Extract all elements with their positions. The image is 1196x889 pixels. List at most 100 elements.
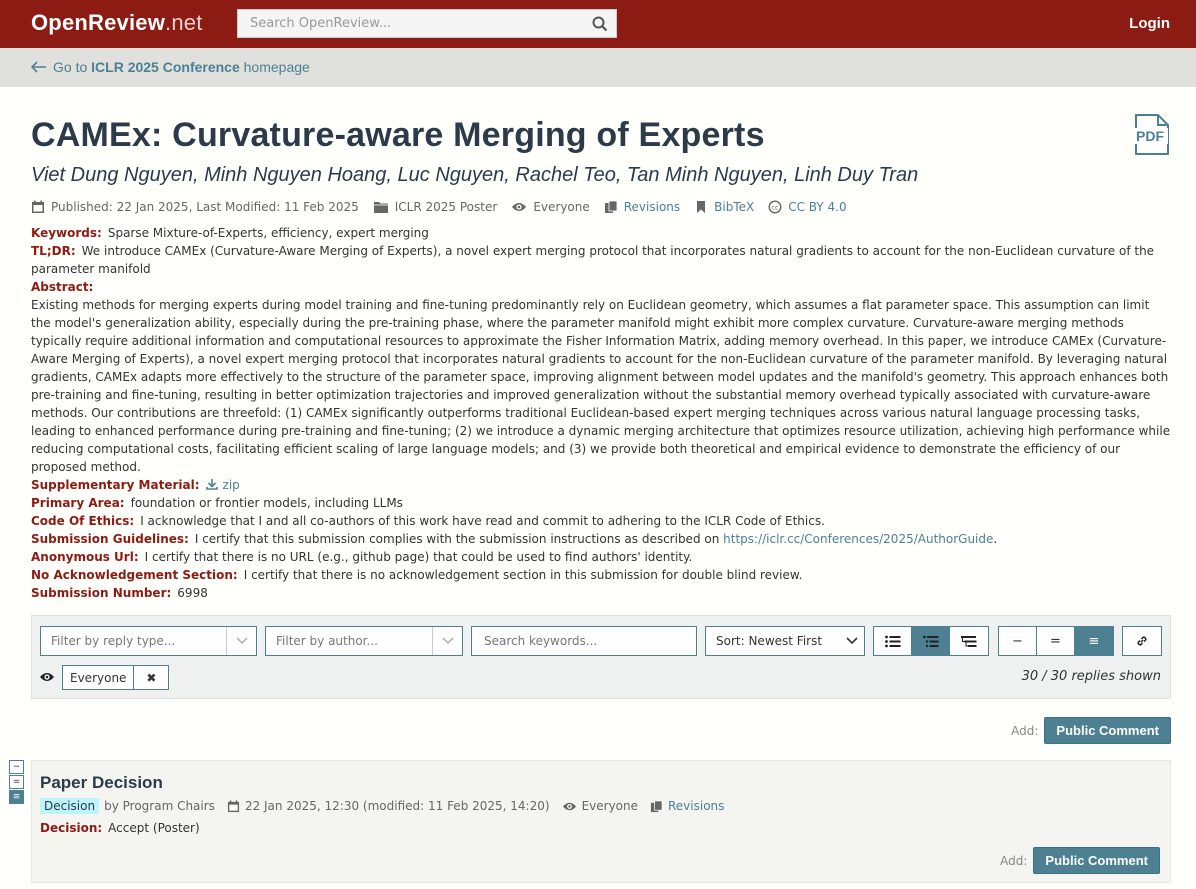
collapse-button[interactable]: − (999, 627, 1037, 655)
add-comment-row: Add: Public Comment (1011, 717, 1171, 744)
meta-dates-text: Published: 22 Jan 2025, Last Modified: 1… (51, 200, 359, 214)
note-add-label: Add: (1000, 853, 1028, 868)
pdf-icon[interactable]: PDF (1132, 114, 1170, 156)
arrow-left-icon (30, 61, 46, 73)
meta-readers-text: Everyone (533, 200, 590, 214)
reply-type-placeholder: Filter by reply type... (51, 634, 176, 648)
search-input[interactable] (238, 10, 578, 37)
site-logo[interactable]: OpenReview.net (31, 10, 203, 36)
supplementary-field: Supplementary Material: zip (31, 476, 1171, 494)
revisions-icon (604, 200, 618, 213)
revisions-link[interactable]: Revisions (604, 200, 680, 214)
partial-expand-button[interactable]: = (1037, 627, 1075, 655)
threaded-list-icon (922, 635, 938, 647)
nested-list-icon (961, 635, 977, 647)
cc-license-icon: cc (768, 200, 782, 214)
tldr-field: TL;DR: We introduce CAMEx (Curvature-Awar… (31, 242, 1171, 278)
chevron-down-icon[interactable] (432, 627, 462, 655)
author-guide-link[interactable]: https://iclr.cc/Conferences/2025/AuthorG… (723, 532, 993, 546)
note-readers-text: Everyone (581, 799, 638, 813)
link-icon (1137, 636, 1147, 646)
supplementary-link: zip (222, 478, 240, 492)
tldr-label: TL;DR: (31, 244, 76, 258)
eye-icon (562, 802, 576, 810)
note-expand-button[interactable]: ≡ (9, 790, 24, 804)
meta-venue: ICLR 2025 Poster (373, 200, 498, 214)
search-icon[interactable] (592, 16, 608, 32)
code-of-ethics-field: Code Of Ethics: I acknowledge that I and … (31, 512, 1171, 530)
expand-all-button[interactable]: ≡ (1075, 627, 1113, 655)
note-readers: Everyone (562, 799, 638, 813)
chevron-down-icon[interactable] (226, 627, 256, 655)
submission-number-label: Submission Number: (31, 586, 172, 600)
bookmark-icon (697, 201, 706, 213)
public-comment-button[interactable]: Public Comment (1044, 717, 1171, 744)
remove-filter-button[interactable]: ✖ (134, 666, 168, 689)
partial-expand-icon: = (12, 777, 21, 787)
sort-select[interactable]: Sort: Newest First (705, 626, 865, 656)
license-label: CC BY 4.0 (788, 200, 847, 214)
bibtex-link[interactable]: BibTeX (694, 200, 754, 214)
keyword-search (471, 626, 697, 656)
decision-field: Decision: Accept (Poster) (40, 821, 200, 835)
login-link[interactable]: Login (1129, 15, 1170, 32)
logo-main: OpenReview (31, 10, 166, 35)
meta-readers: Everyone (511, 200, 590, 214)
no-acknowledgement-field: No Acknowledgement Section: I certify tha… (31, 566, 1171, 584)
author-filter-placeholder: Filter by author... (276, 634, 378, 648)
meta-dates: Published: 22 Jan 2025, Last Modified: 1… (31, 200, 359, 214)
anonymous-url-label: Anonymous Url: (31, 550, 139, 564)
decision-label: Decision: (40, 821, 103, 835)
no-acknowledgement-label: No Acknowledgement Section: (31, 568, 238, 582)
note-revisions-label: Revisions (668, 799, 725, 813)
collapse-icon: − (12, 762, 21, 772)
folder-icon (373, 202, 388, 213)
keywords-value: Sparse Mixture-of-Experts, efficiency, e… (107, 226, 429, 240)
abstract-value: Existing methods for merging experts dur… (31, 298, 1171, 474)
breadcrumb-prefix: Go to (53, 59, 92, 75)
meta-venue-text: ICLR 2025 Poster (394, 200, 498, 214)
note-add-comment-row: Add: Public Comment (1000, 847, 1160, 874)
linear-view-button[interactable] (874, 627, 912, 655)
forum-filter-panel: Filter by reply type... Filter by author… (31, 615, 1171, 699)
chevron-down-icon (846, 637, 858, 645)
note-public-comment-button[interactable]: Public Comment (1033, 847, 1160, 874)
breadcrumb-bar: Go to ICLR 2025 Conference homepage (0, 48, 1196, 87)
nested-view-button[interactable] (950, 627, 988, 655)
supplementary-download[interactable]: zip (205, 478, 240, 492)
keyword-search-input[interactable] (472, 627, 696, 655)
revisions-icon (650, 800, 663, 812)
keywords-label: Keywords: (31, 226, 102, 240)
keywords-field: Keywords: Sparse Mixture-of-Experts, effi… (31, 224, 1171, 242)
collapse-icon: − (1012, 633, 1023, 649)
breadcrumb-suffix: homepage (239, 59, 310, 75)
logo-suffix: .net (165, 10, 203, 35)
submission-guidelines-label: Submission Guidelines: (31, 532, 189, 546)
submission-guidelines-field: Submission Guidelines: I certify that thi… (31, 530, 1171, 548)
decision-note: Paper Decision Decision by Program Chair… (31, 760, 1171, 883)
note-revisions-link[interactable]: Revisions (650, 799, 724, 813)
svg-text:cc: cc (772, 203, 780, 211)
primary-area-field: Primary Area: foundation or frontier mode… (31, 494, 1171, 512)
add-label: Add: (1011, 723, 1039, 738)
threaded-view-button[interactable] (912, 627, 950, 655)
copy-link-button[interactable] (1123, 627, 1161, 655)
license-link[interactable]: cc CC BY 4.0 (768, 200, 847, 214)
note-collapse-button[interactable]: − (9, 760, 24, 774)
paper-meta: Published: 22 Jan 2025, Last Modified: 1… (31, 200, 847, 214)
top-nav: OpenReview.net Login (0, 0, 1196, 48)
note-partial-button[interactable]: = (9, 775, 24, 789)
calendar-icon (32, 200, 44, 213)
invitation-badge: Decision (40, 798, 100, 814)
permalink-group (1122, 626, 1162, 656)
calendar-icon (227, 799, 240, 812)
bibtex-label: BibTeX (714, 200, 755, 214)
breadcrumb[interactable]: Go to ICLR 2025 Conference homepage (30, 59, 310, 75)
search-box (237, 9, 617, 38)
list-icon (884, 635, 900, 647)
author-filter[interactable]: Filter by author... (265, 626, 463, 656)
replies-shown-count: 30 / 30 replies shown (1021, 669, 1161, 684)
reply-type-filter[interactable]: Filter by reply type... (40, 626, 257, 656)
paper-fields: Keywords: Sparse Mixture-of-Experts, effi… (31, 224, 1171, 602)
authors[interactable]: Viet Dung Nguyen, Minh Nguyen Hoang, Luc… (31, 164, 918, 187)
